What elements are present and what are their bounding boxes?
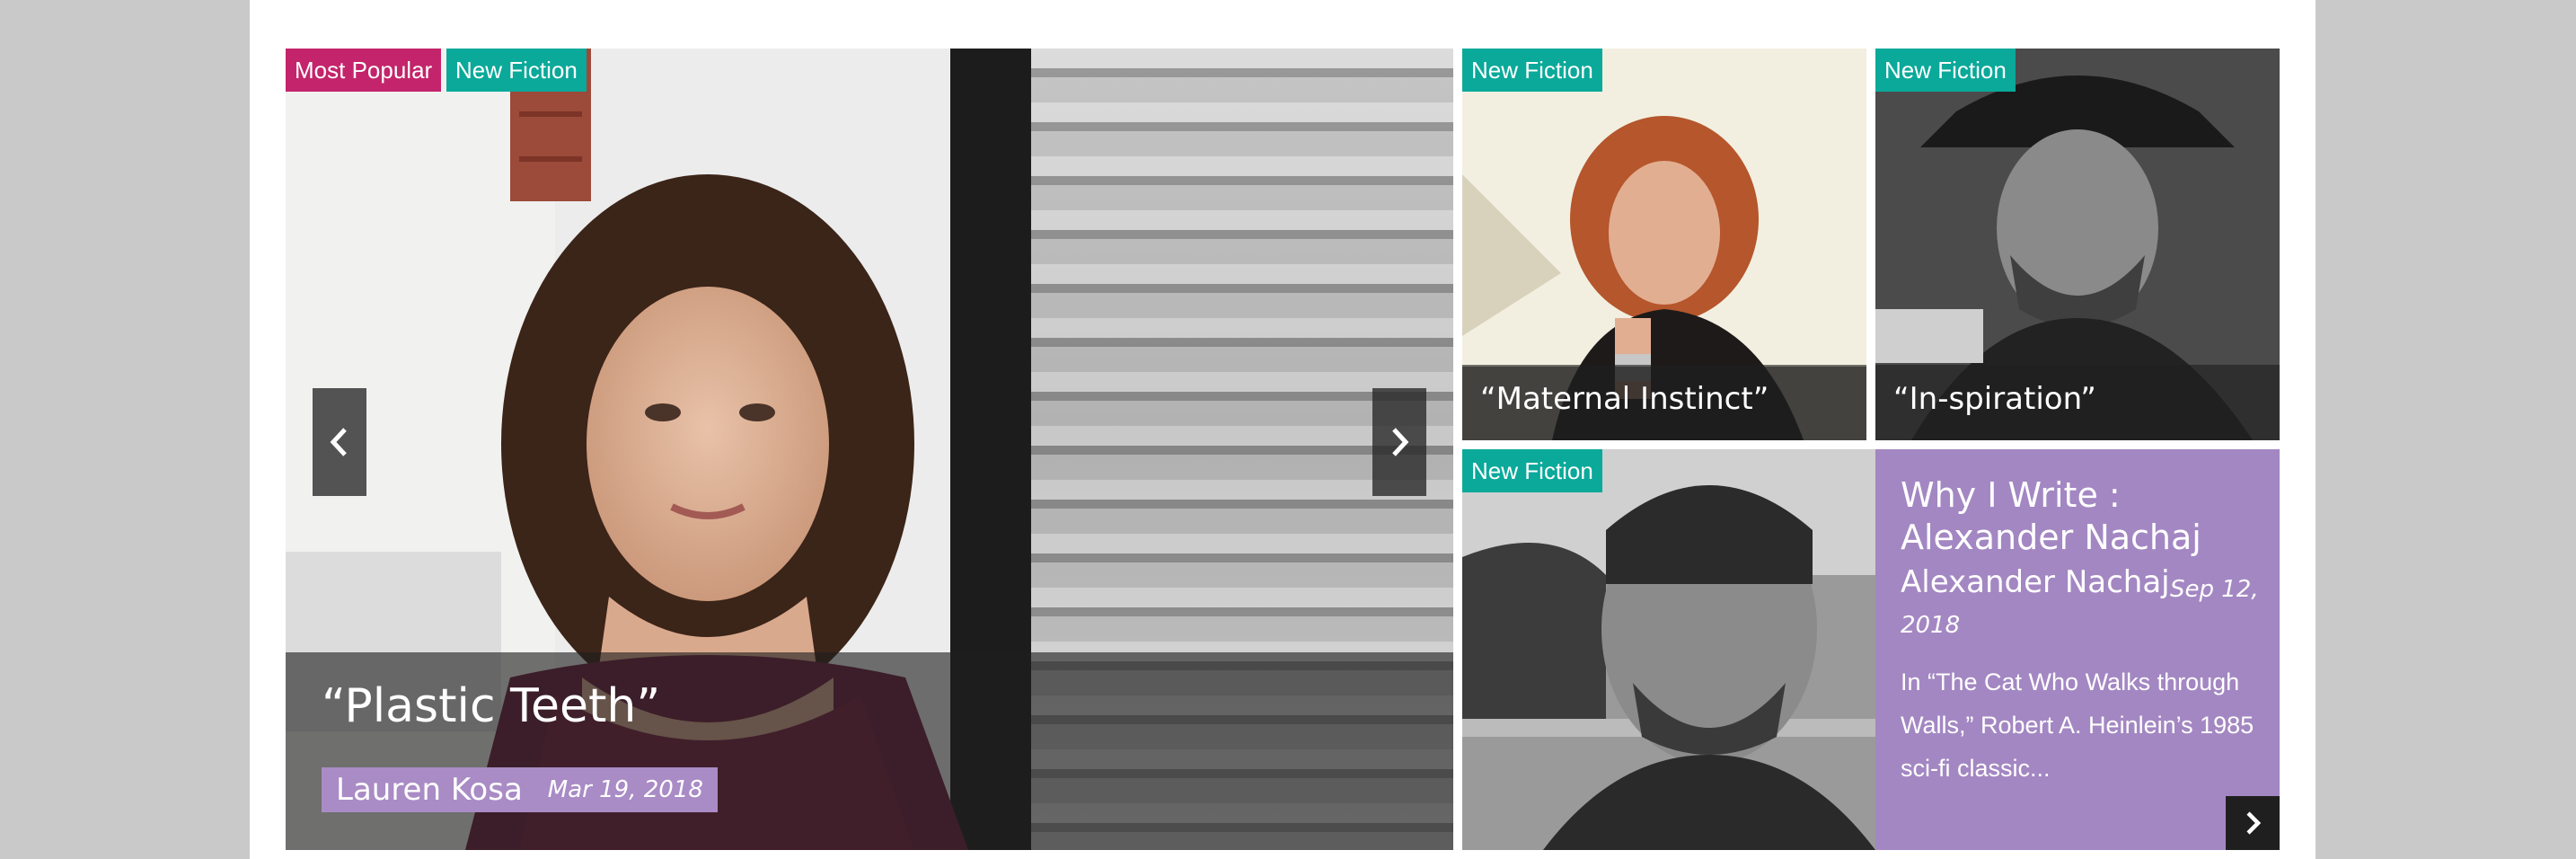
- why-i-write-excerpt: In “The Cat Who Walks through Walls,” Ro…: [1901, 669, 2254, 782]
- featured-author[interactable]: Lauren Kosa: [336, 772, 523, 808]
- read-more-button[interactable]: [2226, 796, 2280, 850]
- featured-date: Mar 19, 2018: [547, 776, 703, 803]
- featured-byline: Lauren Kosa Mar 19, 2018: [322, 767, 718, 812]
- author-photo: [1462, 449, 1875, 850]
- carousel-prev-button[interactable]: [313, 388, 366, 496]
- story-tile-author-photo[interactable]: New Fiction: [1462, 449, 1875, 850]
- tile-title[interactable]: “In-spiration”: [1893, 381, 2096, 417]
- why-i-write-card[interactable]: Why I Write : Alexander Nachaj Alexander…: [1875, 449, 2280, 850]
- featured-caption: “Plastic Teeth” Lauren Kosa Mar 19, 2018: [286, 652, 1453, 850]
- new-fiction-tag[interactable]: New Fiction: [446, 49, 587, 92]
- featured-story[interactable]: Most Popular New Fiction “Plastic Teeth”…: [286, 49, 1453, 850]
- story-tile-maternal-instinct[interactable]: New Fiction “Maternal Instinct”: [1462, 49, 1866, 440]
- why-i-write-title[interactable]: Why I Write : Alexander Nachaj: [1901, 474, 2260, 559]
- featured-title[interactable]: “Plastic Teeth”: [322, 679, 660, 733]
- new-fiction-tag[interactable]: New Fiction: [1875, 49, 2016, 92]
- tile-title[interactable]: “Maternal Instinct”: [1480, 381, 1769, 417]
- new-fiction-tag[interactable]: New Fiction: [1462, 49, 1602, 92]
- chevron-left-icon: [330, 428, 347, 456]
- page: Most Popular New Fiction “Plastic Teeth”…: [250, 0, 2316, 859]
- why-i-write-date: Sep 12, 2018: [1901, 576, 2259, 639]
- story-tile-in-spiration[interactable]: New Fiction “In-spiration”: [1875, 49, 2280, 440]
- tile-caption: “Maternal Instinct”: [1462, 365, 1866, 440]
- carousel-next-button[interactable]: [1372, 388, 1426, 496]
- chevron-right-icon: [1392, 428, 1409, 456]
- new-fiction-tag[interactable]: New Fiction: [1462, 449, 1602, 492]
- tile-caption: “In-spiration”: [1875, 365, 2280, 440]
- chevron-right-icon: [2246, 811, 2262, 835]
- most-popular-tag[interactable]: Most Popular: [286, 49, 442, 92]
